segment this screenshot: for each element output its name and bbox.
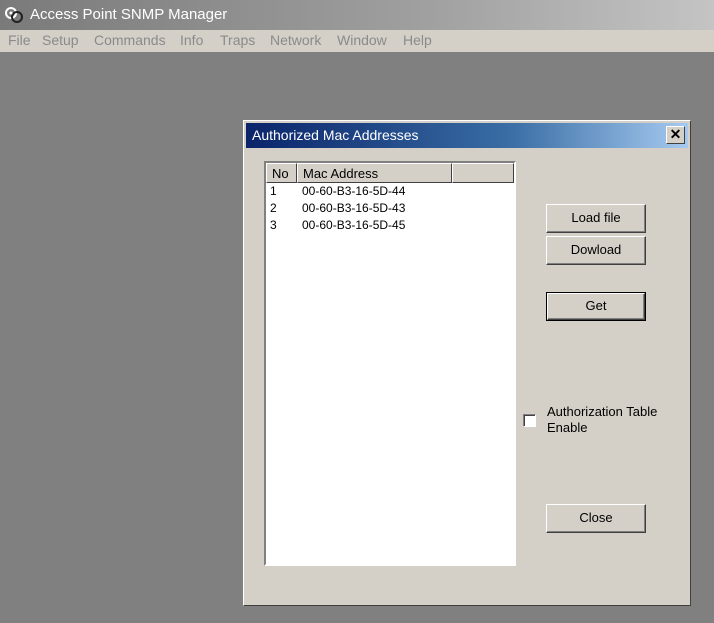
dialog-title-bar[interactable]: Authorized Mac Addresses ✕ [246, 123, 688, 148]
menu-file[interactable]: File [8, 30, 31, 52]
app-icon [5, 7, 23, 23]
menu-network[interactable]: Network [270, 30, 321, 52]
download-button[interactable]: Dowload [546, 236, 646, 265]
app-title-bar: Access Point SNMP Manager [0, 0, 714, 30]
row-no: 2 [270, 201, 277, 215]
dialog-title: Authorized Mac Addresses [252, 127, 419, 143]
menu-info[interactable]: Info [180, 30, 203, 52]
menu-window[interactable]: Window [337, 30, 387, 52]
load-file-button[interactable]: Load file [546, 204, 646, 233]
row-mac: 00-60-B3-16-5D-43 [302, 201, 406, 215]
column-header-mac[interactable]: Mac Address [297, 163, 452, 183]
menu-traps[interactable]: Traps [220, 30, 255, 52]
menu-help[interactable]: Help [403, 30, 432, 52]
row-mac: 00-60-B3-16-5D-45 [302, 218, 406, 232]
row-no: 1 [270, 184, 277, 198]
table-row[interactable]: 2 00-60-B3-16-5D-43 [266, 200, 514, 217]
column-header-empty[interactable] [452, 163, 514, 183]
close-button[interactable]: Close [546, 504, 646, 533]
app-title: Access Point SNMP Manager [30, 6, 228, 23]
authorization-table-label: Authorization Table Enable [547, 404, 658, 435]
table-row[interactable]: 3 00-60-B3-16-5D-45 [266, 217, 514, 234]
dialog-close-icon[interactable]: ✕ [666, 126, 685, 144]
menu-setup[interactable]: Setup [42, 30, 79, 52]
row-no: 3 [270, 218, 277, 232]
mac-address-list[interactable]: No Mac Address 1 00-60-B3-16-5D-44 2 00-… [264, 161, 516, 566]
table-row[interactable]: 1 00-60-B3-16-5D-44 [266, 183, 514, 200]
column-header-no[interactable]: No [266, 163, 297, 183]
authorized-mac-dialog: Authorized Mac Addresses ✕ No Mac Addres… [243, 120, 691, 606]
authorization-table-checkbox[interactable] [523, 414, 536, 427]
row-mac: 00-60-B3-16-5D-44 [302, 184, 406, 198]
menu-bar: File Setup Commands Info Traps Network W… [0, 30, 714, 53]
get-button[interactable]: Get [546, 292, 646, 321]
menu-commands[interactable]: Commands [94, 30, 166, 52]
list-header: No Mac Address [266, 163, 514, 183]
